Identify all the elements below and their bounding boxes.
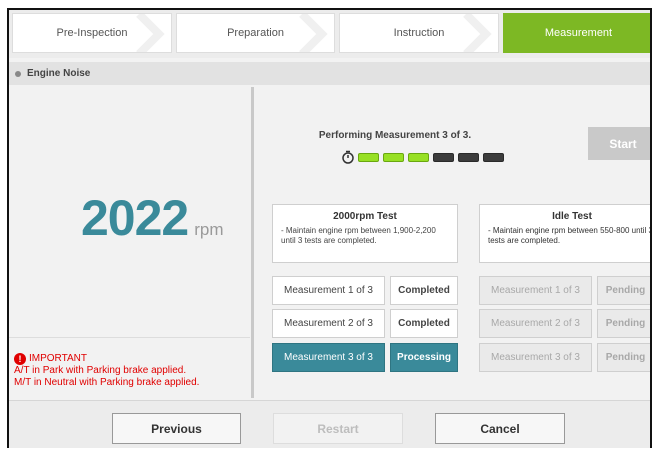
progress-segment-remaining (433, 152, 454, 162)
step-tabs: Pre-Inspection Preparation Instruction M… (9, 10, 650, 58)
important-line: M/T in Neutral with Parking brake applie… (14, 377, 200, 388)
bullet-icon (15, 70, 21, 77)
chevron-right-icon (136, 14, 165, 52)
measurement-row-label[interactable]: Measurement 2 of 3 (479, 309, 592, 338)
test-card-idle: Idle Test - Maintain engine rpm between … (479, 204, 652, 263)
panel-separator (251, 87, 254, 398)
measurement-panel: Performing Measurement 3 of 3. Start 200… (255, 87, 652, 398)
tab-instruction[interactable]: Instruction (339, 13, 499, 53)
footer-bar: Previous Restart Cancel (9, 400, 650, 448)
tab-measurement[interactable]: Measurement (503, 13, 650, 53)
test-title: 2000rpm Test (333, 211, 397, 222)
measurement-status-badge: Completed (390, 309, 458, 338)
measurement-row-label[interactable]: Measurement 3 of 3 (479, 343, 592, 372)
measurement-status-badge: Pending (597, 309, 650, 338)
rpm-panel: 2022 rpm ! IMPORTANT A/T in Park with Pa… (9, 87, 250, 398)
measurement-status: Performing Measurement 3 of 3. (318, 130, 472, 141)
tab-label: Instruction (393, 27, 445, 39)
measurement-status-badge: Pending (597, 276, 650, 305)
divider (9, 337, 250, 338)
tab-label: Preparation (227, 27, 284, 39)
section-title: Engine Noise (27, 68, 91, 79)
progress-segment-complete (358, 152, 379, 162)
test-card-2000rpm: 2000rpm Test - Maintain engine rpm betwe… (272, 204, 458, 263)
measurement-status-badge: Completed (390, 276, 458, 305)
progress-segment-complete (383, 152, 404, 162)
test-description: - Maintain engine rpm between 550-800 un… (488, 226, 652, 245)
chevron-right-icon (463, 14, 492, 52)
previous-button[interactable]: Previous (112, 413, 241, 444)
tab-pre-inspection[interactable]: Pre-Inspection (12, 13, 172, 53)
start-button[interactable]: Start (588, 127, 650, 160)
rpm-unit: rpm (194, 220, 224, 239)
rpm-readout: 2022 rpm (81, 189, 224, 247)
progress-segment-remaining (483, 152, 504, 162)
important-heading: IMPORTANT (29, 353, 87, 364)
measurement-row-label[interactable]: Measurement 1 of 3 (272, 276, 385, 305)
measurement-row-label[interactable]: Measurement 3 of 3 (272, 343, 385, 372)
restart-button[interactable]: Restart (273, 413, 403, 444)
tab-preparation[interactable]: Preparation (176, 13, 335, 53)
rpm-value: 2022 (81, 190, 189, 246)
progress-indicator (341, 150, 508, 164)
measurement-row-label[interactable]: Measurement 2 of 3 (272, 309, 385, 338)
tab-label: Measurement (544, 27, 613, 39)
progress-segment-complete (408, 152, 429, 162)
measurement-status-badge: Pending (597, 343, 650, 372)
chevron-right-icon (299, 14, 328, 52)
alert-icon: ! (14, 353, 26, 365)
test-description: - Maintain engine rpm between 1,900-2,20… (281, 226, 436, 245)
important-notice: ! IMPORTANT A/T in Park with Parking bra… (14, 353, 199, 389)
progress-segment-remaining (458, 152, 479, 162)
cancel-button[interactable]: Cancel (435, 413, 565, 444)
important-line: A/T in Park with Parking brake applied. (14, 365, 187, 376)
test-title: Idle Test (552, 211, 592, 222)
stopwatch-icon (342, 150, 354, 164)
tab-label: Pre-Inspection (56, 27, 128, 39)
measurement-status-badge: Processing (390, 343, 458, 372)
section-header: Engine Noise (9, 62, 650, 85)
app-frame: Pre-Inspection Preparation Instruction M… (7, 8, 652, 448)
measurement-row-label[interactable]: Measurement 1 of 3 (479, 276, 592, 305)
